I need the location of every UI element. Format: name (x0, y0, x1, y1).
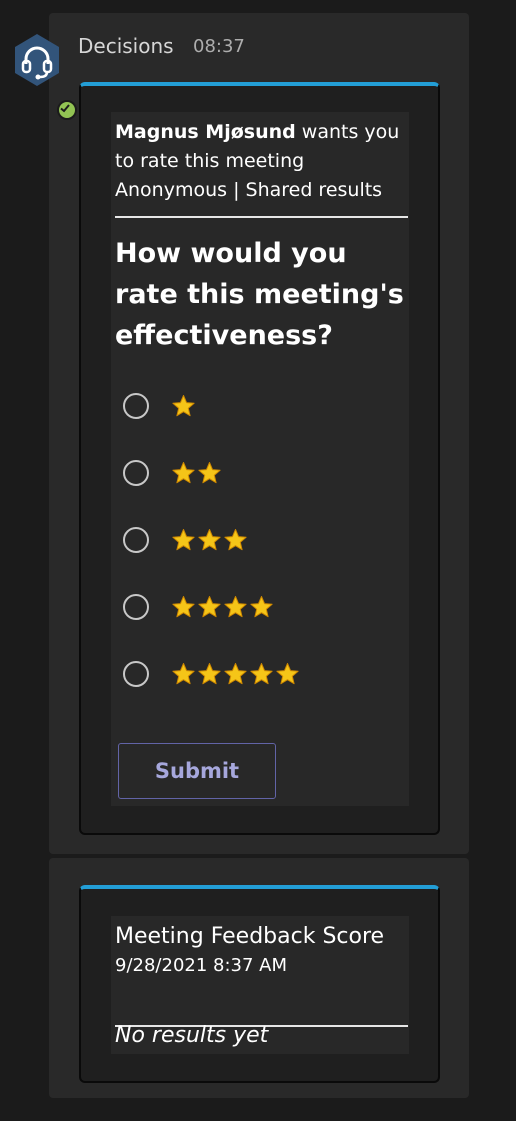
star-rating-3 (171, 528, 249, 552)
star-icon (198, 663, 221, 685)
results-card-body: Meeting Feedback Score 9/28/2021 8:37 AM… (111, 916, 409, 1054)
results-title: Meeting Feedback Score (115, 924, 385, 949)
poll-card-body: Magnus Mjøsund wants you to rate this me… (111, 112, 409, 806)
star-icon (224, 596, 247, 618)
results-status: No results yet (115, 1023, 269, 1048)
star-icon (198, 596, 221, 618)
star-icon (250, 663, 273, 685)
rating-option-1[interactable] (123, 390, 393, 422)
requester-name: Magnus Mjøsund (115, 121, 296, 143)
star-icon (198, 529, 221, 551)
star-icon (172, 663, 195, 685)
radio-button[interactable] (123, 527, 149, 553)
message-timestamp: 08:37 (193, 36, 245, 57)
teams-chat-view: Decisions 08:37 Magnus Mjøsund wants you… (0, 0, 516, 1121)
radio-button[interactable] (123, 594, 149, 620)
checkmark-icon (60, 104, 70, 113)
star-icon (172, 395, 195, 417)
star-icon (224, 529, 247, 551)
divider (115, 216, 408, 218)
headset-icon (15, 34, 59, 86)
star-rating-4 (171, 595, 275, 619)
star-icon (224, 663, 247, 685)
rating-option-2[interactable] (123, 457, 393, 489)
sender-name[interactable]: Decisions (78, 34, 174, 58)
star-icon (250, 596, 273, 618)
presence-badge (57, 100, 77, 120)
poll-question: How would you rate this meeting's effect… (115, 238, 404, 351)
submit-button[interactable]: Submit (118, 743, 276, 799)
results-card: Meeting Feedback Score 9/28/2021 8:37 AM… (79, 885, 440, 1083)
rating-option-3[interactable] (123, 524, 393, 556)
poll-mode: Anonymous | Shared results (115, 179, 383, 201)
star-rating-5 (171, 662, 301, 686)
rating-option-5[interactable] (123, 658, 393, 690)
star-rating-1 (171, 394, 197, 418)
star-icon (172, 462, 195, 484)
star-icon (198, 462, 221, 484)
poll-card: Magnus Mjøsund wants you to rate this me… (79, 82, 440, 835)
radio-button[interactable] (123, 460, 149, 486)
results-date: 9/28/2021 8:37 AM (115, 955, 288, 976)
star-icon (172, 529, 195, 551)
bot-avatar[interactable] (9, 32, 77, 120)
radio-button[interactable] (123, 661, 149, 687)
star-rating-2 (171, 461, 223, 485)
rating-option-4[interactable] (123, 591, 393, 623)
star-icon (172, 596, 195, 618)
star-icon (276, 663, 299, 685)
radio-button[interactable] (123, 393, 149, 419)
poll-requester-line: Magnus Mjøsund wants you to rate this me… (115, 118, 407, 176)
